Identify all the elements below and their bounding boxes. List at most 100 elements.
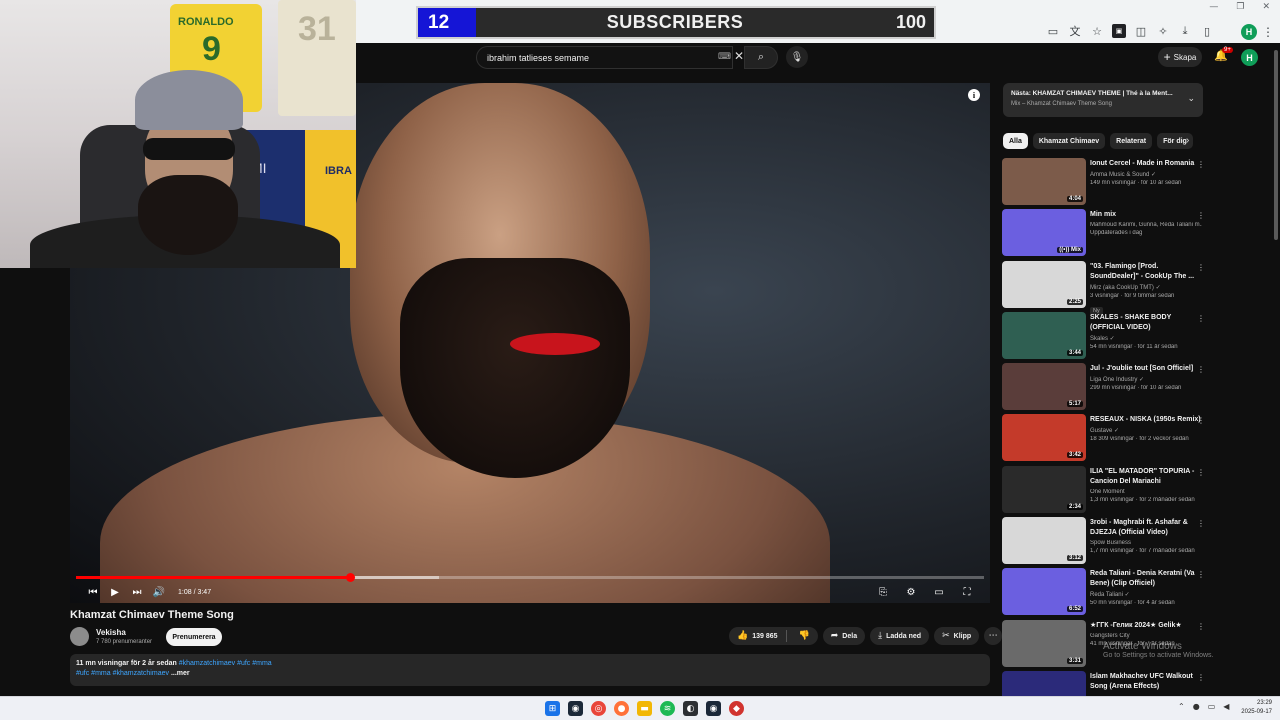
cast-icon[interactable]: ▭ <box>1046 24 1060 38</box>
recommendation-item[interactable]: 2:34 ILIA "EL MATADOR" TOPURIA - Cancion … <box>1002 465 1207 517</box>
notifications-button[interactable]: 🔔 9+ <box>1214 47 1233 67</box>
progress-bar[interactable] <box>76 573 984 582</box>
sidepanel-icon[interactable]: ▯ <box>1200 24 1214 38</box>
more-actions-button[interactable]: ⋯ <box>984 627 1003 645</box>
video-thumbnail[interactable]: 3:31 <box>1002 619 1086 667</box>
recommendation-channel[interactable]: Gangsters City <box>1090 633 1202 639</box>
more-options-icon[interactable]: ⋮ <box>1197 519 1205 528</box>
page-scrollbar[interactable] <box>1274 50 1278 240</box>
recommendation-item[interactable]: 5:17 Jul - J'oublie tout [Son Officiel] Li… <box>1002 363 1207 414</box>
description-hashtags-2[interactable]: #ufc #mma #khamzatchimaev <box>76 670 169 677</box>
video-thumbnail[interactable]: ((•)) Mix <box>1002 209 1086 257</box>
description-hashtags[interactable]: #khamzatchimaev #ufc #mma <box>179 660 272 667</box>
subtitles-icon[interactable]: ⎘ <box>872 587 894 598</box>
firefox-icon[interactable]: ● <box>614 701 629 716</box>
dislike-button[interactable]: 👎 <box>791 631 818 641</box>
theater-mode-icon[interactable]: ▭ <box>928 587 950 598</box>
recommendation-item[interactable]: 2:25 "03. Flamingo [Prod. SoundDealer]" -… <box>1002 260 1207 315</box>
recommendation-channel[interactable]: Gustave ✓ <box>1090 427 1202 434</box>
filter-chip[interactable]: Relaterat <box>1110 133 1153 149</box>
next-icon[interactable]: ⏭ <box>126 587 148 598</box>
spotify-icon[interactable]: ≋ <box>660 701 675 716</box>
tray-chevron-icon[interactable]: ⌃ <box>1178 702 1185 711</box>
search-button[interactable]: ⌕ <box>744 46 778 69</box>
recommendation-channel[interactable]: Amma Music & Sound ✓ <box>1090 171 1202 178</box>
recommendation-item[interactable]: 6:52 Reda Taliani - Denia Keratni (Va Ben… <box>1002 568 1207 619</box>
video-thumbnail[interactable]: 2:25 <box>1002 260 1086 308</box>
video-thumbnail[interactable]: 5:17 <box>1002 363 1086 411</box>
share-button[interactable]: ➦ Dela <box>822 627 866 645</box>
recommendation-item[interactable]: 3:44 SKALES - SHAKE BODY (OFFICIAL VIDEO)… <box>1002 311 1207 363</box>
settings-gear-icon[interactable]: ⚙ <box>900 587 922 598</box>
filter-chip[interactable]: Alla <box>1003 133 1028 149</box>
search-input[interactable] <box>487 52 707 63</box>
recommendation-channel[interactable]: Liga One Industry ✓ <box>1090 376 1202 383</box>
tab-search-icon[interactable]: ◫ <box>1134 24 1148 38</box>
file-explorer-icon[interactable]: ▬ <box>637 701 652 716</box>
create-button[interactable]: + Skapa <box>1158 47 1202 67</box>
browser-menu-icon[interactable]: ⋮ <box>1262 24 1274 40</box>
more-options-icon[interactable]: ⋮ <box>1197 468 1205 477</box>
video-thumbnail[interactable]: 6:52 <box>1002 568 1086 616</box>
video-thumbnail[interactable]: 3:12 <box>1002 517 1086 565</box>
voice-search-button[interactable]: 🎙 <box>786 46 808 68</box>
play-icon[interactable]: ▶ <box>104 587 126 598</box>
more-options-icon[interactable]: ⋮ <box>1197 365 1205 374</box>
recommendation-channel[interactable]: Spow Business <box>1090 540 1202 546</box>
video-thumbnail[interactable]: 3:44 <box>1002 311 1086 359</box>
browser-profile-avatar[interactable]: H <box>1241 24 1257 40</box>
windows-start-icon[interactable]: ⊞ <box>545 701 560 716</box>
system-clock[interactable]: 23:29 2025-09-17 <box>1238 699 1272 717</box>
download-button[interactable]: ⤓ Ladda ned <box>870 627 930 645</box>
more-options-icon[interactable]: ⋮ <box>1197 622 1205 631</box>
more-options-icon[interactable]: ⋮ <box>1197 416 1205 425</box>
previous-icon[interactable]: ⏮ <box>82 587 104 598</box>
clip-button[interactable]: ✂ Klipp <box>934 627 980 645</box>
recommendation-item[interactable]: 3:12 3robi - Maghrabi ft. Ashafar & DJEZJ… <box>1002 517 1207 568</box>
translate-icon[interactable]: 文 <box>1068 24 1082 38</box>
video-thumbnail[interactable]: 3:42 <box>1002 414 1086 462</box>
puzzle-icon[interactable]: ✧ <box>1156 24 1170 38</box>
show-more-link[interactable]: ...mer <box>171 670 190 677</box>
speaker-icon[interactable]: ◀ <box>1223 702 1229 711</box>
recommendation-channel[interactable]: Reda Taliani ✓ <box>1090 591 1202 598</box>
chevron-down-icon[interactable]: ⌄ <box>1187 93 1195 104</box>
filter-chip[interactable]: Khamzat Chimaev <box>1032 133 1106 149</box>
obs-icon[interactable]: ◐ <box>683 701 698 716</box>
restore-icon[interactable]: ❐ <box>1236 2 1244 12</box>
app-icon[interactable]: ◆ <box>729 701 744 716</box>
channel-avatar[interactable] <box>70 627 89 646</box>
more-options-icon[interactable]: ⋮ <box>1197 211 1205 220</box>
next-up-card[interactable]: Nästa: KHAMZAT CHIMAEV THEME | Thé à la … <box>1003 83 1203 117</box>
minimize-icon[interactable]: — <box>1209 2 1218 12</box>
more-options-icon[interactable]: ⋮ <box>1197 160 1205 169</box>
video-thumbnail[interactable]: 4:04 <box>1002 158 1086 205</box>
recommendation-item[interactable]: ((•)) Mix Min mix Mahmoud Karimi, Gunna, R… <box>1002 209 1207 260</box>
more-options-icon[interactable]: ⋮ <box>1197 570 1205 579</box>
download-icon[interactable]: ⤓ <box>1178 24 1192 38</box>
more-options-icon[interactable]: ⋮ <box>1197 263 1205 272</box>
like-button[interactable]: 👍 139 865 <box>729 630 787 642</box>
recommendation-channel[interactable]: Skales ✓ <box>1090 335 1202 342</box>
bookmark-star-icon[interactable]: ☆ <box>1090 24 1104 38</box>
description-box[interactable]: 11 mn visningar för 2 år sedan #khamzatc… <box>70 654 990 686</box>
recommendation-item[interactable]: 3:42 RESEAUX - NISKA (1950s Remix) Gustave… <box>1002 414 1207 465</box>
chevron-right-icon[interactable]: › <box>1186 135 1189 146</box>
channel-name[interactable]: Vekisha <box>96 628 126 637</box>
recommendation-channel[interactable]: One Moment <box>1090 489 1202 495</box>
chrome-icon[interactable]: ◎ <box>591 701 606 716</box>
steam-alt-icon[interactable]: ◉ <box>706 701 721 716</box>
clear-search-icon[interactable]: ✕ <box>734 49 744 63</box>
steam-icon[interactable]: ◉ <box>568 701 583 716</box>
microphone-tray-icon[interactable]: ● <box>1193 702 1200 711</box>
extension-icon[interactable]: ▣ <box>1112 24 1126 38</box>
fullscreen-icon[interactable]: ⛶ <box>956 587 978 598</box>
more-options-icon[interactable]: ⋮ <box>1197 314 1205 323</box>
info-icon[interactable]: i <box>968 89 980 101</box>
video-thumbnail[interactable]: 2:34 <box>1002 465 1086 513</box>
volume-icon[interactable]: 🔊 <box>148 587 170 598</box>
recommendation-item[interactable]: 4:04 Ionut Cercel - Made in Romania Amma M… <box>1002 158 1207 209</box>
more-options-icon[interactable]: ⋮ <box>1197 673 1205 682</box>
close-window-icon[interactable]: ✕ <box>1262 2 1270 12</box>
network-icon[interactable]: ▭ <box>1208 702 1216 711</box>
